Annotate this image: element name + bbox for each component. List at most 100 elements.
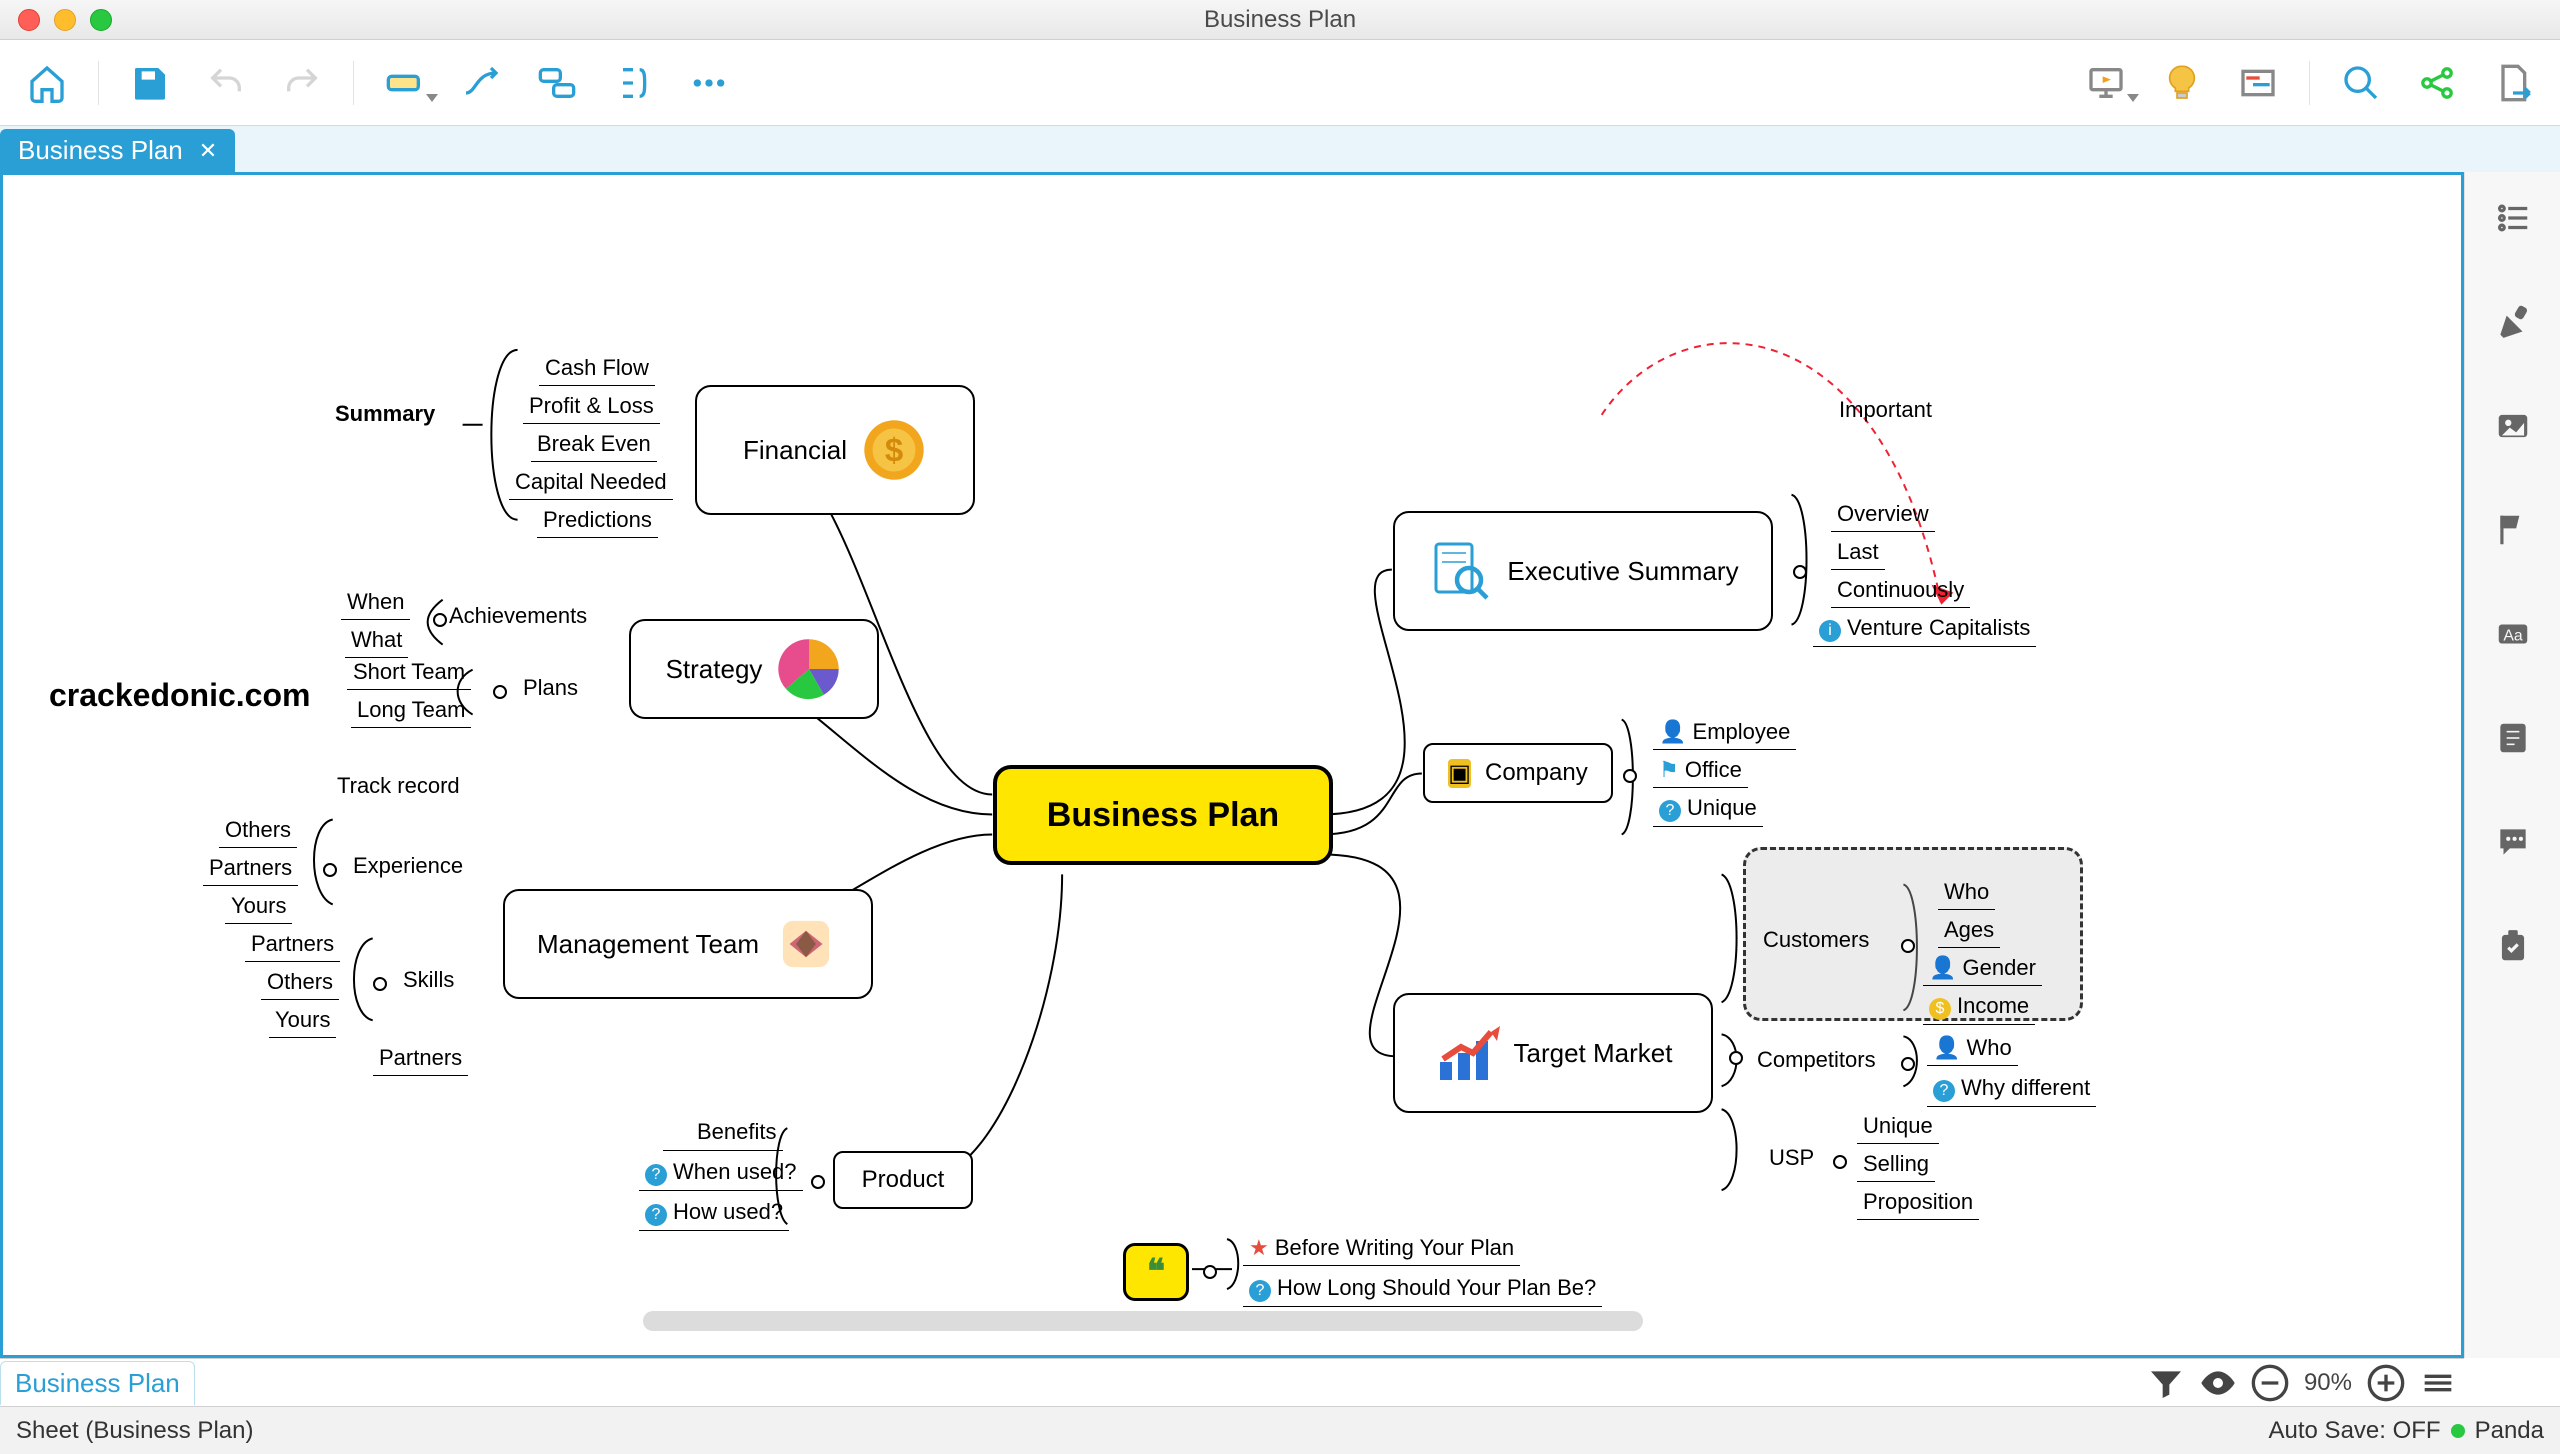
export-button[interactable] [2488,58,2538,108]
strategy-plan[interactable]: Short Team [347,655,471,690]
financial-node[interactable]: Financial $ [695,385,975,515]
save-button[interactable] [125,58,175,108]
target-label: Target Market [1514,1038,1673,1069]
usp-label[interactable]: USP [1769,1145,1814,1171]
mgmt-exp-item[interactable]: Yours [225,889,292,924]
mgmt-exp-item[interactable]: Partners [203,851,298,886]
zoom-out-button[interactable] [2250,1363,2290,1403]
quote-icon: ❝ [1147,1252,1165,1292]
redo-button[interactable] [277,58,327,108]
exec-item[interactable]: Continuously [1831,573,1970,608]
product-item[interactable]: ☺Benefits [663,1115,783,1151]
brainstorm-button[interactable] [2157,58,2207,108]
horizontal-scrollbar[interactable] [643,1311,1643,1331]
side-panel-rail: Aa [2464,172,2560,1358]
competitors-item[interactable]: ?Why different [1927,1071,2096,1107]
target-market-node[interactable]: Target Market [1393,993,1713,1113]
document-tab[interactable]: Business Plan ✕ [0,129,235,172]
fit-button[interactable] [2418,1363,2458,1403]
home-button[interactable] [22,58,72,108]
status-bar: Sheet (Business Plan) Auto Save: OFF Pan… [0,1406,2560,1454]
watermark-text: crackedonic.com [49,677,310,714]
task-panel-button[interactable] [2491,924,2535,968]
question-icon: ? [645,1204,667,1226]
comments-panel-button[interactable] [2491,820,2535,864]
mgmt-exp-item[interactable]: Others [219,813,297,848]
skills-label[interactable]: Skills [403,967,454,993]
usp-item[interactable]: Unique [1857,1109,1939,1144]
company-item[interactable]: ?Unique [1653,791,1763,827]
customers-item[interactable]: $Income [1923,989,2035,1025]
boundary-button[interactable] [532,58,582,108]
mgmt-skill-item[interactable]: Others [261,965,339,1000]
product-item[interactable]: ?How used? [639,1195,789,1231]
notes-panel-button[interactable] [2491,716,2535,760]
more-actions-button[interactable] [684,58,734,108]
markers-panel-button[interactable] [2491,508,2535,552]
financial-item[interactable]: Break Even [531,427,657,462]
strategy-achievement[interactable]: What [345,623,408,658]
undo-button[interactable] [201,58,251,108]
presentation-button[interactable] [2081,58,2131,108]
mgmt-partners-leaf[interactable]: Partners [373,1041,468,1076]
exec-item[interactable]: iVenture Capitalists [1813,611,2036,647]
usp-item[interactable]: Proposition [1857,1185,1979,1220]
gantt-button[interactable] [2233,58,2283,108]
management-team-node[interactable]: Management Team [503,889,873,999]
notes-node[interactable]: ❝ [1123,1243,1189,1301]
customers-item[interactable]: Ages [1938,913,2000,948]
main-toolbar [0,40,2560,126]
experience-label[interactable]: Experience [353,853,463,879]
share-button[interactable] [2412,58,2462,108]
product-item[interactable]: ?When used? [639,1155,803,1191]
insert-topic-button[interactable] [380,58,430,108]
sheet-tab[interactable]: Business Plan [0,1361,195,1405]
strategy-node[interactable]: Strategy [629,619,879,719]
track-record-label[interactable]: Track record [337,773,460,799]
format-panel-button[interactable] [2491,300,2535,344]
usp-item[interactable]: Selling [1857,1147,1935,1182]
notes-item[interactable]: ★ Before Writing Your Plan [1243,1231,1520,1266]
company-item[interactable]: ⚑ Office [1653,753,1748,788]
visibility-button[interactable] [2198,1363,2238,1403]
executive-summary-node[interactable]: Executive Summary [1393,511,1773,631]
financial-item[interactable]: Capital Needed [509,465,673,500]
summary-button[interactable] [608,58,658,108]
search-button[interactable] [2336,58,2386,108]
font-panel-button[interactable]: Aa [2491,612,2535,656]
central-topic[interactable]: Business Plan [993,765,1333,865]
zoom-level-label: 90% [2304,1369,2352,1397]
image-panel-button[interactable] [2491,404,2535,448]
competitors-label[interactable]: Competitors [1757,1047,1876,1073]
star-icon: ★ [1249,1235,1269,1260]
product-node[interactable]: Product [833,1151,973,1209]
summary-group-label[interactable]: Summary [335,401,435,427]
important-label[interactable]: Important [1839,397,1932,423]
plans-label[interactable]: Plans [523,675,578,701]
competitors-item[interactable]: 👤 Who [1927,1031,2018,1066]
achievements-label[interactable]: Achievements [449,603,587,629]
mindmap-canvas[interactable]: crackedonic.com Business Plan Financial … [0,172,2464,1358]
financial-item[interactable]: Predictions [537,503,658,538]
filter-button[interactable] [2146,1363,2186,1403]
financial-item[interactable]: Cash Flow [539,351,655,386]
notes-item[interactable]: ?How Long Should Your Plan Be? [1243,1271,1602,1307]
mgmt-skill-item[interactable]: Yours [269,1003,336,1038]
customers-item[interactable]: 👤 Gender [1923,951,2042,986]
company-item[interactable]: 👤 Employee [1653,715,1796,750]
zoom-in-button[interactable] [2366,1363,2406,1403]
strategy-achievement[interactable]: When [341,585,410,620]
financial-item[interactable]: Profit & Loss [523,389,660,424]
close-tab-icon[interactable]: ✕ [199,138,217,164]
company-node[interactable]: ▣ Company [1423,743,1613,803]
exec-item[interactable]: Last [1831,535,1885,570]
relationship-button[interactable] [456,58,506,108]
outline-panel-button[interactable] [2491,196,2535,240]
strategy-plan[interactable]: Long Team [351,693,471,728]
exec-item[interactable]: Overview [1831,497,1935,532]
customers-label[interactable]: Customers [1763,927,1869,953]
mgmt-skill-item[interactable]: Partners [245,927,340,962]
financial-label: Financial [743,435,847,466]
strategy-label: Strategy [666,654,763,685]
customers-item[interactable]: Who [1938,875,1995,910]
